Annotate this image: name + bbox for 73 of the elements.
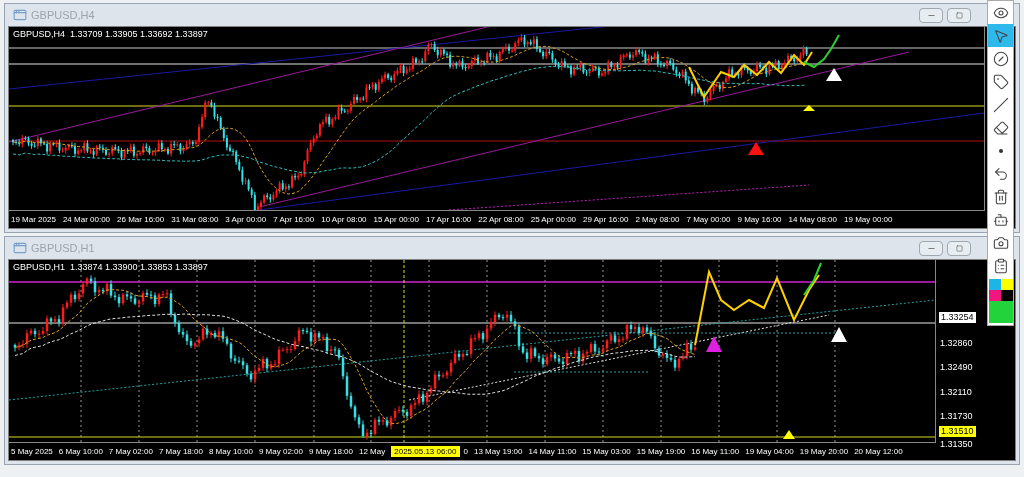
time-axis-label: 10 Apr 08:00 [321,213,368,226]
color-swatch[interactable] [1000,279,1013,290]
time-axis-label: 7 Apr 16:00 [273,213,316,226]
time-axis-label: 26 Mar 16:00 [117,213,166,226]
triangle-marker [706,336,722,352]
price-tag: 1.33254 [939,312,976,323]
time-axis-label: 7 May 02:00 [108,445,154,458]
time-axis-label: 9 May 16:00 [737,213,783,226]
time-axis-label: 19 May 04:00 [745,445,795,458]
time-axis-label: 25 Apr 00:00 [530,213,578,226]
time-axis-label: 19 May 00:00 [844,213,894,226]
time-axis-label: 15 May 03:00 [582,445,632,458]
time-axis-label: 8 May 10:00 [208,445,254,458]
triangle-marker [831,327,847,342]
time-axis-label: 22 Apr 08:00 [478,213,525,226]
time-axis-label: 13 May 19:00 [473,445,524,458]
time-axis-label: 19 Mar 2025 [11,213,57,226]
time-axis-label: 24 Mar 00:00 [62,213,112,226]
color-swatch[interactable] [1000,290,1013,301]
eraser-icon [992,119,1009,136]
time-axis-label: 7 May 00:00 [686,213,732,226]
time-axis-label: 14 May 11:00 [528,445,578,458]
chart-window-icon [13,241,27,255]
time-axis-label: 29 Apr 16:00 [583,213,630,226]
price-label: 1.31730 [940,411,973,422]
triangle-marker [826,68,842,81]
time-axis-label: 6 May 10:00 [58,445,104,458]
robot-icon [992,211,1009,228]
camera-icon [992,234,1009,251]
time-axis-label: 15 Apr 00:00 [373,213,420,226]
line-icon [992,96,1009,113]
time-axis-label: 15 May 19:00 [636,445,687,458]
time-axis-label: 19 May 20:00 [799,445,850,458]
time-axis-label: 31 Mar 08:00 [171,213,220,226]
color-swatch[interactable] [988,301,1013,323]
time-axis-label: 14 May 08:00 [788,213,838,226]
time-axis-label: 2 May 08:00 [635,213,681,226]
triangle-marker [783,430,795,439]
trash-icon [992,188,1009,205]
triangle-marker [748,142,764,155]
symbol-info-text: GBPUSD,H1 1.33874 1.33900 1.33853 1.33897 [13,261,208,274]
cursor-icon [992,27,1009,44]
tag-icon [992,73,1009,90]
time-axis-label: 12 May [359,445,387,458]
time-axis-label: 9 May 02:00 [258,445,304,458]
time-axis-label: 7 May 18:00 [158,445,204,458]
triangle-marker [803,105,815,111]
price-label: 1.32110 [940,387,972,398]
time-axis-label: 5 May 2025 [11,445,54,458]
crosshair-time-label: 2025.05.13 06:00 [391,446,460,457]
clipboard-icon [992,257,1009,274]
restore-icon [955,11,963,19]
undo-icon [992,165,1009,182]
symbol-info-text: GBPUSD,H4 1.33709 1.33905 1.33692 1.33897 [13,28,208,41]
time-axis-label: 16 May 11:00 [691,445,741,458]
chart-window-icon [13,8,27,22]
time-axis-label: 20 May 12:00 [854,445,904,458]
time-axis-label: 3 Apr 00:00 [225,213,268,226]
time-axis-label: 9 May 18:00 [308,445,354,458]
time-axis-label: 17 Apr 16:00 [425,213,473,226]
price-label: 1.32860 [940,338,973,349]
projection-line [803,262,822,296]
price-label: 1.32490 [940,362,973,373]
time-axis-label: 0 [463,445,469,458]
projection-line [803,34,840,69]
color-swatch[interactable] [988,290,1001,301]
window-title: GBPUSD,H4 [31,7,95,23]
color-swatch[interactable] [988,279,1001,290]
window-title: GBPUSD,H1 [31,240,95,256]
cursor-tool-button[interactable] [988,24,1013,47]
restore-icon [955,244,963,252]
price-tag: 1.31510 [939,426,976,437]
price-label: 1.31350 [940,439,973,450]
